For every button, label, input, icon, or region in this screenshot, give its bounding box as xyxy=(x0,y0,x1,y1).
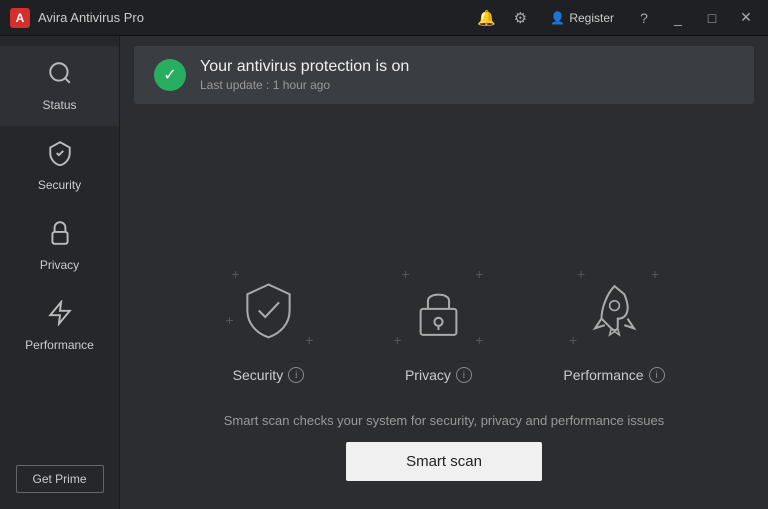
privacy-feature-label: Privacy i xyxy=(405,367,472,383)
avira-logo-icon: A xyxy=(10,8,30,28)
close-button[interactable]: ✕ xyxy=(732,6,760,30)
privacy-feature: + + + + Privacy i xyxy=(393,265,483,383)
title-bar-left: A Avira Antivirus Pro xyxy=(10,8,144,28)
sidebar-security-label: Security xyxy=(38,178,81,192)
sidebar-item-privacy[interactable]: Privacy xyxy=(0,206,119,286)
performance-feature-label: Performance i xyxy=(563,367,664,383)
performance-nav-icon xyxy=(47,300,73,332)
plus-decoration: + xyxy=(231,267,239,281)
content-area: ✓ Your antivirus protection is on Last u… xyxy=(120,36,768,509)
privacy-icon-wrap: + + + + xyxy=(393,265,483,355)
plus-decoration: + xyxy=(577,267,585,281)
security-nav-icon xyxy=(47,140,73,172)
sidebar: Status Security Privacy xyxy=(0,36,120,509)
security-info-icon[interactable]: i xyxy=(288,367,304,383)
privacy-nav-icon xyxy=(47,220,73,252)
privacy-label-text: Privacy xyxy=(405,367,451,383)
user-icon: 👤 xyxy=(550,11,565,25)
plus-decoration: + xyxy=(651,267,659,281)
sidebar-item-status[interactable]: Status xyxy=(0,46,119,126)
status-nav-icon xyxy=(47,60,73,92)
plus-decoration: + xyxy=(569,333,577,347)
privacy-info-icon[interactable]: i xyxy=(456,367,472,383)
last-update-text: Last update : 1 hour ago xyxy=(200,78,409,92)
minimize-button[interactable]: _ xyxy=(664,6,692,30)
maximize-button[interactable]: □ xyxy=(698,6,726,30)
sidebar-status-label: Status xyxy=(42,98,76,112)
security-icon-wrap: + + + xyxy=(223,265,313,355)
plus-decoration: + xyxy=(401,267,409,281)
sidebar-performance-label: Performance xyxy=(25,338,94,352)
plus-decoration: + xyxy=(475,333,483,347)
register-button[interactable]: 👤 Register xyxy=(540,8,624,28)
title-bar-right: 🔔 ⚙ 👤 Register ? _ □ ✕ xyxy=(472,6,760,30)
security-feature: + + + Security i xyxy=(223,265,313,383)
sidebar-item-performance[interactable]: Performance xyxy=(0,286,119,366)
protection-check-icon: ✓ xyxy=(154,59,186,91)
bottom-section: Smart scan checks your system for securi… xyxy=(120,403,768,509)
performance-info-icon[interactable]: i xyxy=(649,367,665,383)
status-bar: ✓ Your antivirus protection is on Last u… xyxy=(134,46,754,104)
sidebar-privacy-label: Privacy xyxy=(40,258,79,272)
plus-decoration: + xyxy=(393,333,401,347)
sidebar-item-security[interactable]: Security xyxy=(0,126,119,206)
get-prime-button[interactable]: Get Prime xyxy=(15,465,103,493)
plus-decoration: + xyxy=(475,267,483,281)
smart-scan-button[interactable]: Smart scan xyxy=(346,442,542,481)
register-label: Register xyxy=(569,11,614,25)
security-feature-label: Security i xyxy=(233,367,305,383)
help-button[interactable]: ? xyxy=(630,6,658,30)
title-bar: A Avira Antivirus Pro 🔔 ⚙ 👤 Register ? _… xyxy=(0,0,768,36)
performance-feature: + + + Perform xyxy=(563,265,664,383)
protection-status-text: Your antivirus protection is on xyxy=(200,58,409,76)
plus-decoration: + xyxy=(225,313,233,327)
performance-label-text: Performance xyxy=(563,367,643,383)
settings-icon[interactable]: ⚙ xyxy=(506,6,534,30)
performance-icon-wrap: + + + xyxy=(569,265,659,355)
plus-decoration: + xyxy=(305,333,313,347)
main-container: Status Security Privacy xyxy=(0,36,768,509)
app-title: Avira Antivirus Pro xyxy=(38,10,144,25)
security-label-text: Security xyxy=(233,367,284,383)
status-text-block: Your antivirus protection is on Last upd… xyxy=(200,58,409,92)
smart-scan-description: Smart scan checks your system for securi… xyxy=(224,413,664,428)
sidebar-bottom: Get Prime xyxy=(15,465,103,493)
features-section: + + + Security i + + + xyxy=(120,104,768,403)
notification-icon[interactable]: 🔔 xyxy=(472,6,500,30)
